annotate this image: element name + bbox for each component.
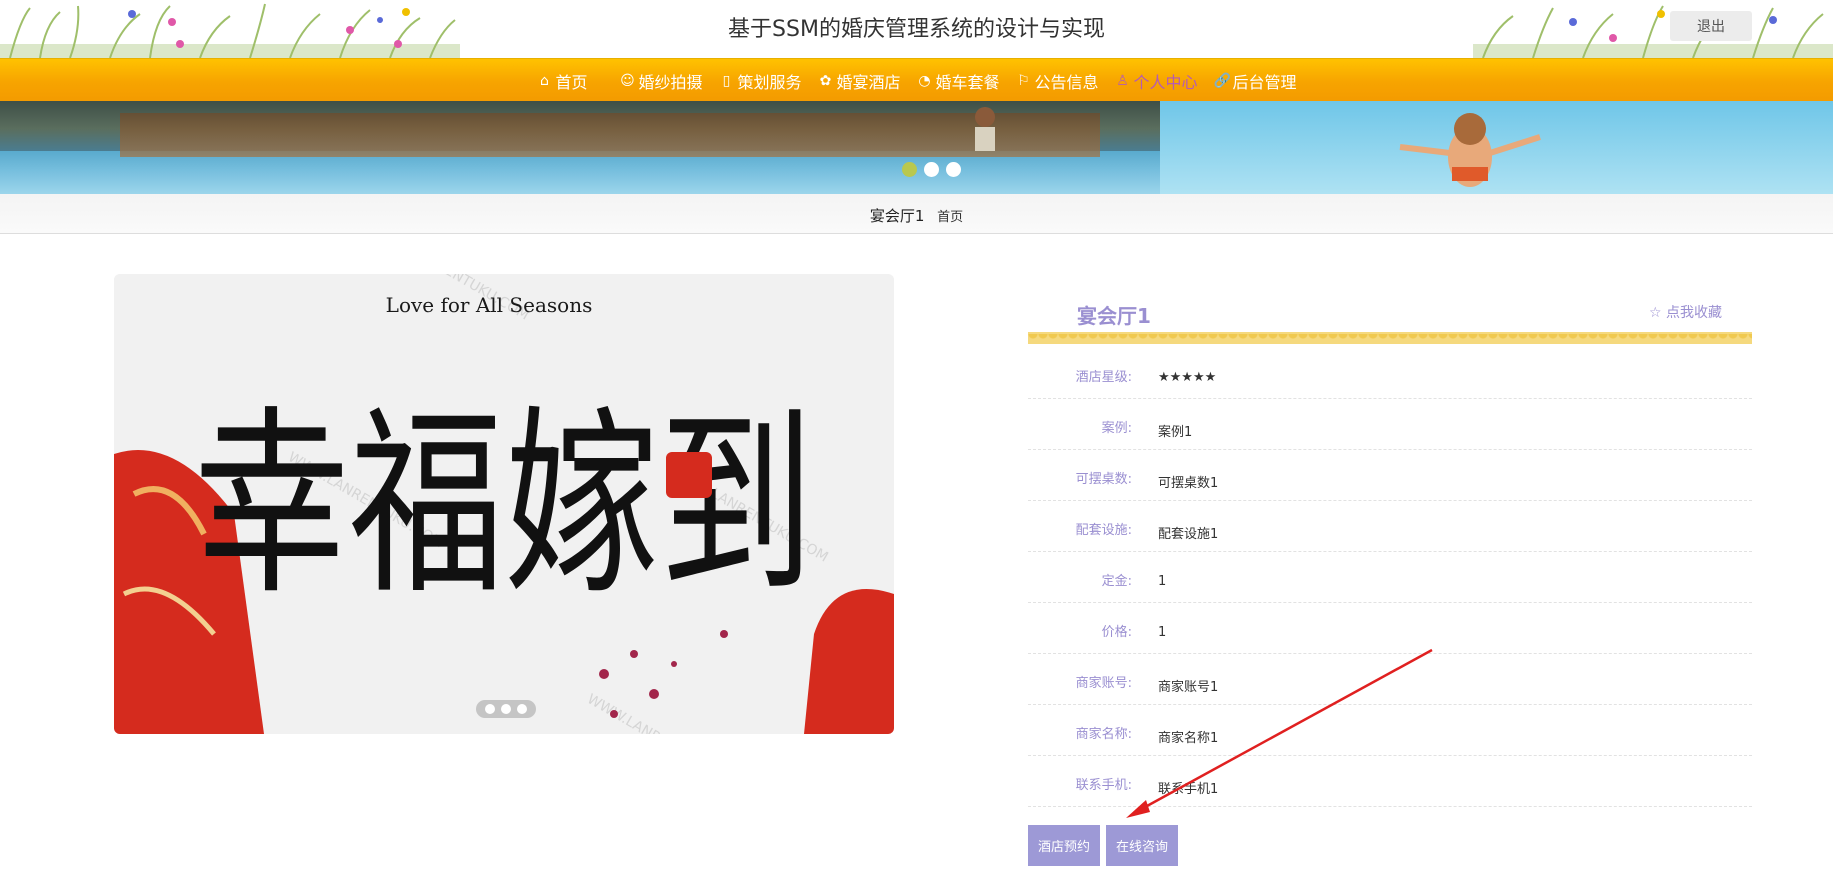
field-value: 1 <box>1158 574 1167 589</box>
nav-item-notice[interactable]: ⚐ 公告信息 <box>1016 59 1099 102</box>
nav-item-planning[interactable]: ▯ 策划服务 <box>718 59 802 102</box>
detail-header: 宴会厅1 ☆ 点我收藏 <box>1028 292 1752 344</box>
banner-dot-3[interactable] <box>946 162 961 177</box>
hotel-reserve-button[interactable]: 酒店预约 <box>1028 825 1101 866</box>
flag-icon: ⚐ <box>1017 72 1030 89</box>
nav-item-label: 婚车套餐 <box>935 72 1000 92</box>
online-consult-button[interactable]: 在线咨询 <box>1106 825 1179 866</box>
image-caption-top: Love for All Seasons <box>386 293 593 317</box>
nav-item-label: 公告信息 <box>1034 72 1099 92</box>
nav-item-profile[interactable]: ♙ 个人中心 <box>1115 59 1198 102</box>
field-value: 商家账号1 <box>1158 680 1219 695</box>
image-caption-main: 幸福嫁到 <box>194 389 814 622</box>
logout-button[interactable]: 退出 <box>1670 11 1752 41</box>
field-label: 定金: <box>1101 574 1132 589</box>
nav-item-home[interactable]: ⌂ 首页 <box>536 59 587 102</box>
header: 基于SSM的婚庆管理系统的设计与实现 退出 <box>0 0 1833 58</box>
banner-character-image <box>1399 113 1541 187</box>
banner-carousel <box>0 101 1833 194</box>
field-label: 酒店星级: <box>1075 370 1132 385</box>
nav-item-label: 首页 <box>555 72 588 92</box>
site-title: 基于SSM的婚庆管理系统的设计与实现 <box>728 17 1105 42</box>
main-nav: ⌂ 首页 ☺ 婚纱拍摄 ▯ 策划服务 ✿ 婚宴酒店 ◔ 婚车套餐 ⚐ 公告信息 … <box>0 58 1833 101</box>
gauge-icon: ◔ <box>918 72 931 89</box>
nav-item-label: 婚宴酒店 <box>836 72 901 92</box>
nav-item-label: 婚纱拍摄 <box>638 72 703 92</box>
banner-dot-2[interactable] <box>924 162 939 177</box>
nav-item-label: 个人中心 <box>1133 72 1198 92</box>
link-icon: 🔗 <box>1213 72 1231 89</box>
flower-icon: ✿ <box>819 72 832 89</box>
field-value: 商家名称1 <box>1158 731 1219 746</box>
field-label: 商家账号: <box>1075 676 1132 691</box>
breadcrumb-home-link[interactable]: 首页 <box>937 210 963 225</box>
user-icon: ♙ <box>1116 72 1129 89</box>
field-row-phone: 联系手机: 联系手机1 <box>1028 756 1752 807</box>
detail-panel: 宴会厅1 ☆ 点我收藏 酒店星级: ★★★★★ 案例: 案例1 可摆桌数: 可摆… <box>1028 292 1752 807</box>
nav-item-hotel[interactable]: ✿ 婚宴酒店 <box>817 59 901 102</box>
nav-item-wedding-photo[interactable]: ☺ 婚纱拍摄 <box>619 59 702 102</box>
field-value: 可摆桌数1 <box>1158 476 1219 491</box>
detail-actions: 酒店预约 在线咨询 <box>1028 825 1184 866</box>
field-value: ★★★★★ <box>1158 370 1217 385</box>
field-row-case: 案例: 案例1 <box>1028 399 1752 450</box>
gallery-pagination <box>476 700 536 718</box>
product-image-gallery: WWW.LANRENTUKU.COM WWW.LANRENTUKU.COM WW… <box>114 274 894 734</box>
gallery-dot-2[interactable] <box>501 704 511 714</box>
field-value: 配套设施1 <box>1158 527 1219 542</box>
field-label: 可摆桌数: <box>1075 472 1132 487</box>
field-row-star: 酒店星级: ★★★★★ <box>1028 348 1752 399</box>
field-label: 配套设施: <box>1075 523 1132 538</box>
field-row-deposit: 定金: 1 <box>1028 552 1752 603</box>
gallery-dot-1[interactable] <box>485 704 495 714</box>
scalloped-divider <box>1028 332 1752 344</box>
home-icon: ⌂ <box>539 72 549 89</box>
field-label: 价格: <box>1101 625 1132 640</box>
breadcrumb: 宴会厅1 首页 <box>0 205 1833 226</box>
nav-item-admin[interactable]: 🔗 后台管理 <box>1214 59 1297 102</box>
field-row-facilities: 配套设施: 配套设施1 <box>1028 501 1752 552</box>
field-label: 案例: <box>1101 421 1132 436</box>
gallery-dot-3[interactable] <box>517 704 527 714</box>
nav-item-car[interactable]: ◔ 婚车套餐 <box>917 59 1000 102</box>
field-value: 1 <box>1158 625 1167 640</box>
breadcrumb-current: 宴会厅1 <box>869 207 925 225</box>
gallery-image: WWW.LANRENTUKU.COM WWW.LANRENTUKU.COM WW… <box>114 274 894 734</box>
banner-boy-image <box>975 107 995 151</box>
nav-item-label: 后台管理 <box>1232 72 1297 92</box>
smile-icon: ☺ <box>620 72 635 89</box>
field-row-price: 价格: 1 <box>1028 603 1752 654</box>
detail-title: 宴会厅1 <box>1077 304 1151 328</box>
field-value: 联系手机1 <box>1158 782 1219 797</box>
field-row-merchant-account: 商家账号: 商家账号1 <box>1028 654 1752 705</box>
banner-dot-1[interactable] <box>902 162 917 177</box>
field-row-merchant-name: 商家名称: 商家名称1 <box>1028 705 1752 756</box>
detail-fields: 酒店星级: ★★★★★ 案例: 案例1 可摆桌数: 可摆桌数1 配套设施: 配套… <box>1028 348 1752 807</box>
field-label: 商家名称: <box>1075 727 1132 742</box>
field-row-tables: 可摆桌数: 可摆桌数1 <box>1028 450 1752 501</box>
field-label: 联系手机: <box>1075 778 1132 793</box>
columns-icon: ▯ <box>722 72 731 89</box>
favorite-link[interactable]: ☆ 点我收藏 <box>1649 302 1722 322</box>
breadcrumb-bar: 宴会厅1 首页 <box>0 194 1833 234</box>
field-value: 案例1 <box>1158 425 1193 440</box>
banner-pagination <box>902 162 968 177</box>
nav-item-label: 策划服务 <box>737 72 802 92</box>
